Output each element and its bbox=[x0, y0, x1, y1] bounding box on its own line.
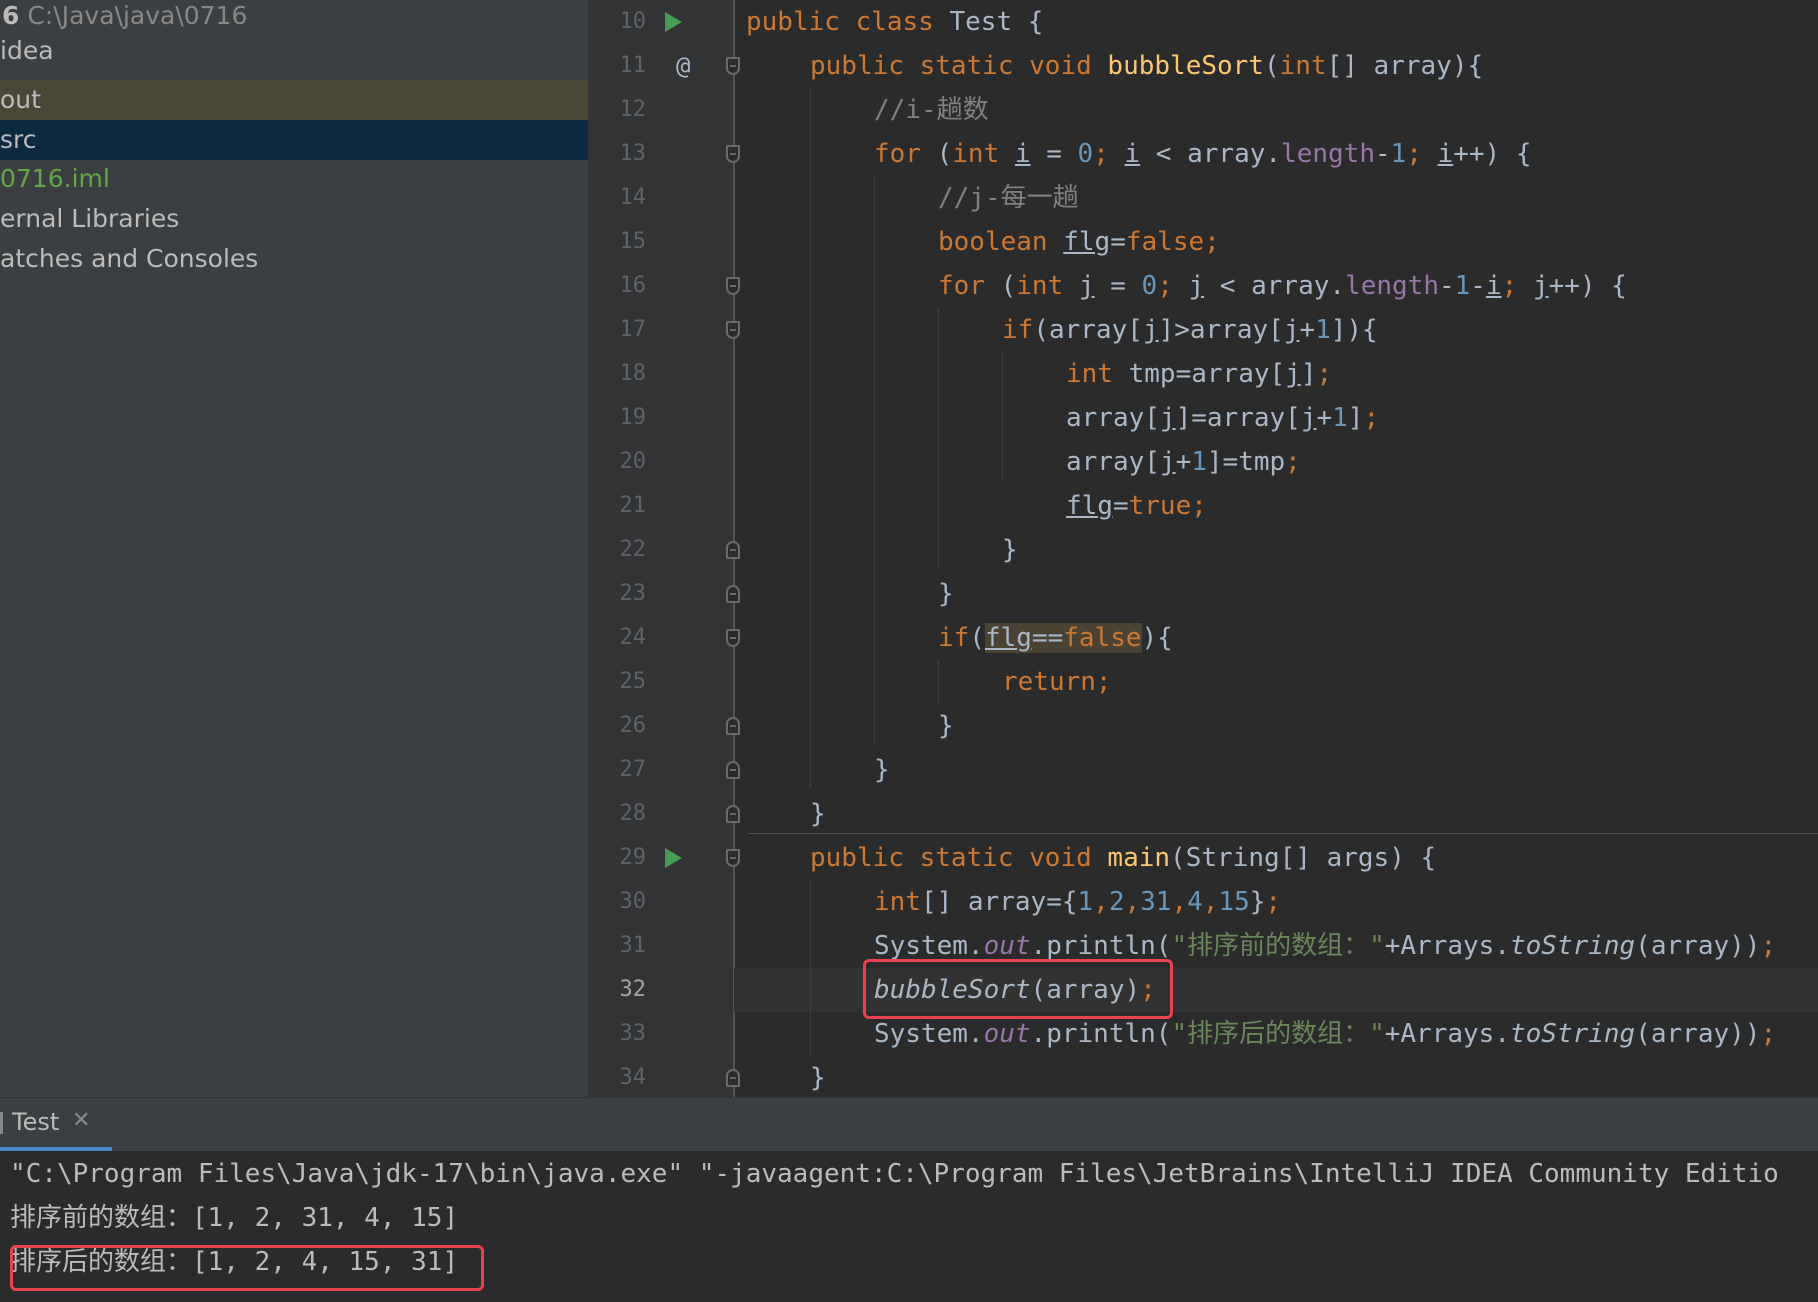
code-line-11: public static void bubbleSort(int[] arra… bbox=[810, 51, 1484, 81]
code-line-19: array[j]=array[j+1]; bbox=[1066, 403, 1380, 433]
code-line-16: for (int j = 0; j < array.length-1-i; j+… bbox=[938, 271, 1627, 301]
tree-root-name: 6 bbox=[2, 1, 20, 30]
run-console[interactable]: "C:\Program Files\Java\jdk-17\bin\java.e… bbox=[0, 1151, 1818, 1302]
line-number: 16 bbox=[619, 273, 647, 298]
tab-edge-mark bbox=[0, 1112, 3, 1134]
line-number: 17 bbox=[619, 317, 647, 342]
code-line-22: } bbox=[1002, 535, 1018, 565]
fold-toggle-icon[interactable] bbox=[726, 849, 740, 867]
line-number: 22 bbox=[619, 537, 647, 562]
code-line-14: //j-每一趟 bbox=[938, 183, 1079, 213]
code-line-15: boolean flg=false; bbox=[938, 227, 1220, 257]
method-separator bbox=[748, 833, 1818, 834]
run-tab-label: Test bbox=[12, 1108, 60, 1136]
highlight-box-output bbox=[10, 1245, 484, 1291]
indent-guide bbox=[874, 176, 875, 746]
tree-item-label: atches and Consoles bbox=[0, 244, 259, 273]
tree-item-src[interactable]: src bbox=[0, 120, 588, 160]
fold-toggle-icon[interactable] bbox=[726, 57, 740, 75]
tree-item-label: out bbox=[0, 85, 41, 114]
line-number: 14 bbox=[619, 185, 647, 210]
fold-toggle-icon[interactable] bbox=[726, 145, 740, 163]
code-editor[interactable]: 10 11 12 13 14 15 16 17 18 19 20 21 22 2… bbox=[588, 0, 1818, 1097]
code-line-27: } bbox=[874, 755, 890, 785]
fold-toggle-icon[interactable] bbox=[726, 277, 740, 295]
tree-item-out[interactable]: out bbox=[0, 80, 588, 120]
line-number: 23 bbox=[619, 581, 647, 606]
project-tool-window: 6 C:\Java\java\0716 idea out src 0716.iml… bbox=[0, 0, 588, 1097]
indent-guide bbox=[1002, 352, 1003, 478]
code-line-30: int[] array={1,2,31,4,15}; bbox=[874, 887, 1282, 917]
close-icon[interactable]: ✕ bbox=[72, 1108, 90, 1133]
line-number: 25 bbox=[619, 669, 647, 694]
code-line-28: } bbox=[810, 799, 826, 829]
code-line-24: if(flg==false){ bbox=[938, 623, 1173, 653]
line-number: 27 bbox=[619, 757, 647, 782]
console-line-command: "C:\Program Files\Java\jdk-17\bin\java.e… bbox=[10, 1159, 1779, 1189]
fold-toggle-icon[interactable] bbox=[726, 1069, 740, 1087]
code-line-21: flg=true; bbox=[1066, 491, 1207, 521]
tree-item-iml[interactable]: 0716.iml bbox=[0, 159, 588, 199]
indent-guide bbox=[810, 880, 811, 1056]
fold-toggle-icon[interactable] bbox=[726, 321, 740, 339]
line-number: 24 bbox=[619, 625, 647, 650]
fold-toggle-icon[interactable] bbox=[726, 585, 740, 603]
code-line-23: } bbox=[938, 579, 954, 609]
indent-guide bbox=[810, 88, 811, 788]
tree-item-label: src bbox=[0, 125, 37, 154]
fold-toggle-icon[interactable] bbox=[726, 717, 740, 735]
code-line-29: public static void main(String[] args) { bbox=[810, 843, 1437, 873]
line-number: 29 bbox=[619, 845, 647, 870]
implements-marker-icon[interactable]: @ bbox=[676, 44, 690, 88]
fold-toggle-icon[interactable] bbox=[726, 805, 740, 823]
fold-toggle-icon[interactable] bbox=[726, 761, 740, 779]
run-tool-window-header: Test ✕ bbox=[0, 1097, 1818, 1152]
code-line-18: int tmp=array[j]; bbox=[1066, 359, 1333, 389]
line-number: 11 bbox=[619, 53, 647, 78]
line-number: 19 bbox=[619, 405, 647, 430]
tree-item-external-libraries[interactable]: ernal Libraries bbox=[0, 199, 588, 239]
indent-guide bbox=[938, 308, 939, 568]
line-number: 34 bbox=[619, 1065, 647, 1090]
line-number-current: 32 bbox=[619, 977, 647, 1002]
tree-item-label: ernal Libraries bbox=[0, 204, 180, 233]
fold-toggle-icon[interactable] bbox=[726, 541, 740, 559]
tree-item-idea[interactable]: idea bbox=[0, 31, 588, 71]
run-main-icon[interactable] bbox=[665, 848, 682, 868]
line-number: 12 bbox=[619, 97, 647, 122]
editor-gutter: 10 11 12 13 14 15 16 17 18 19 20 21 22 2… bbox=[588, 0, 734, 1097]
highlight-box-call bbox=[863, 959, 1173, 1019]
tree-item-scratches[interactable]: atches and Consoles bbox=[0, 239, 588, 279]
line-number: 10 bbox=[619, 9, 647, 34]
line-number: 15 bbox=[619, 229, 647, 254]
code-line-13: for (int i = 0; i < array.length-1; i++)… bbox=[874, 139, 1532, 169]
run-class-icon[interactable] bbox=[665, 12, 682, 32]
line-number: 18 bbox=[619, 361, 647, 386]
line-number: 20 bbox=[619, 449, 647, 474]
code-line-20: array[j+1]=tmp; bbox=[1066, 447, 1301, 477]
console-line-before: 排序前的数组：[1, 2, 31, 4, 15] bbox=[10, 1203, 459, 1233]
line-number: 33 bbox=[619, 1021, 647, 1046]
run-tab-test[interactable]: Test ✕ bbox=[0, 1098, 112, 1152]
code-line-25: return; bbox=[1002, 667, 1112, 697]
code-line-12: //i-趟数 bbox=[874, 95, 989, 125]
code-line-34: } bbox=[810, 1063, 826, 1093]
code-line-10: public class Test { bbox=[746, 7, 1044, 37]
code-line-26: } bbox=[938, 711, 954, 741]
tree-item-label: idea bbox=[0, 36, 54, 65]
line-number: 21 bbox=[619, 493, 647, 518]
code-line-17: if(array[j]>array[j+1]){ bbox=[1002, 315, 1378, 345]
line-number: 28 bbox=[619, 801, 647, 826]
line-number: 13 bbox=[619, 141, 647, 166]
fold-toggle-icon[interactable] bbox=[726, 629, 740, 647]
line-number: 26 bbox=[619, 713, 647, 738]
tree-root-path: C:\Java\java\0716 bbox=[27, 1, 248, 30]
indent-guide bbox=[938, 660, 939, 704]
line-number: 30 bbox=[619, 889, 647, 914]
tree-item-label: 0716.iml bbox=[0, 164, 110, 193]
line-number: 31 bbox=[619, 933, 647, 958]
